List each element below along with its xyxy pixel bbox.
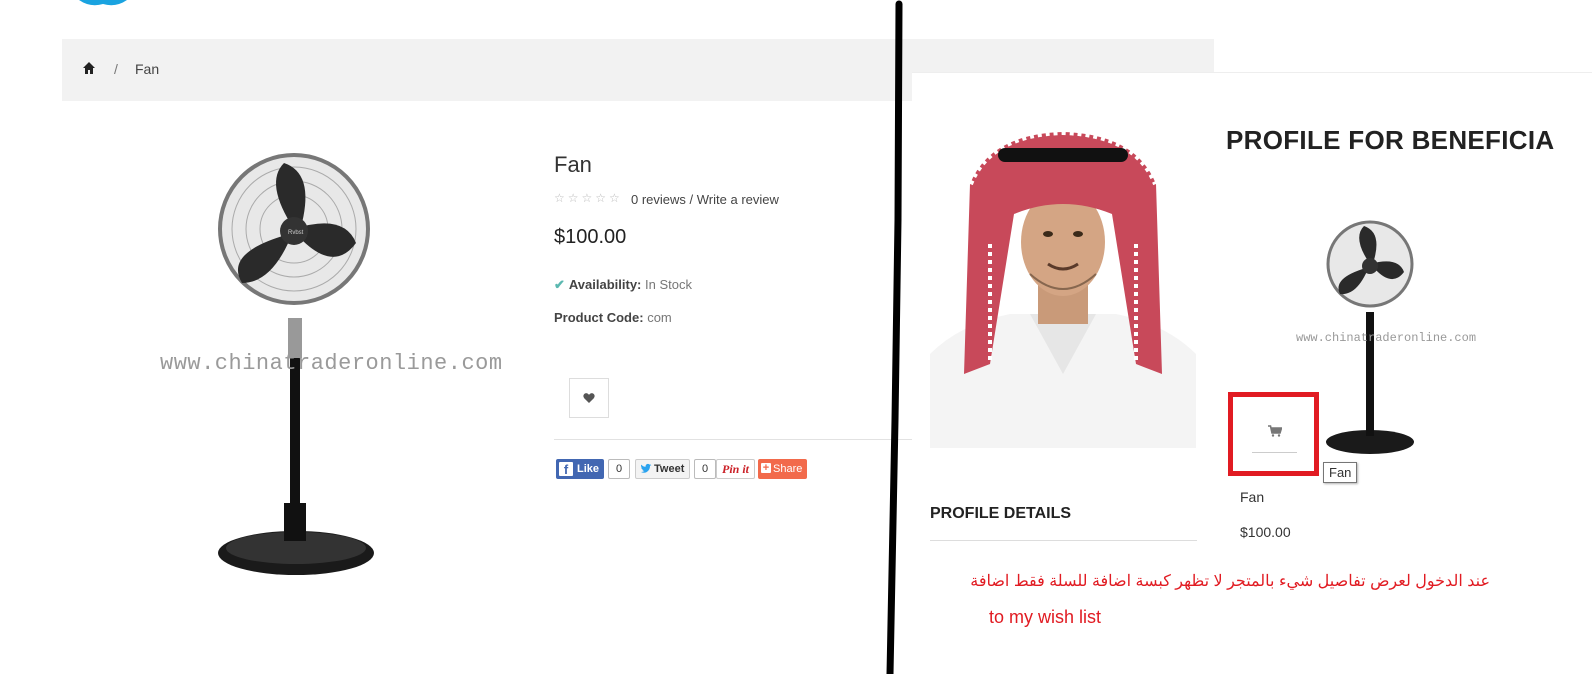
plus-icon: + [761,462,771,474]
tweet-label: Tweet [654,463,685,475]
rating-stars[interactable]: ☆☆☆☆☆ [554,191,623,205]
reviews-count-link[interactable]: 0 reviews [631,192,686,207]
facebook-icon: f [559,462,573,477]
product-code-value: com [647,310,672,325]
product-price: $100.00 [554,226,627,248]
annotation-english: to my wish list [989,607,1102,627]
availability-label: Availability: [568,277,642,292]
tooltip: Fan [1323,462,1358,483]
thumbnail-watermark: www.chinatraderonline.com [1296,331,1477,345]
tweet-count: 0 [694,459,716,479]
site-logo[interactable] [62,0,144,12]
home-icon[interactable] [82,61,96,75]
share-button[interactable]: + Share [758,459,807,479]
facebook-like-button[interactable]: f Like [556,459,604,479]
tweet-button[interactable]: Tweet [635,459,690,479]
check-icon: ✔ [554,277,565,292]
pinterest-pin-button[interactable]: Pin it [716,459,755,479]
profile-divider [930,540,1197,541]
profile-photo [930,124,1196,448]
add-to-wishlist-button[interactable] [569,378,609,418]
breadcrumb-item-fan[interactable]: Fan [135,61,159,77]
like-count: 0 [608,459,630,479]
share-label: Share [773,463,803,475]
twitter-bird-icon [640,463,652,473]
divider-line [554,439,912,440]
svg-text:Rvbst: Rvbst [288,230,304,236]
product-code-label: Product Code: [554,310,644,325]
breadcrumb-separator: / [114,61,118,77]
annotation-arabic: عند الدخول لعرض تفاصيل شيء بالمتجر لا تظ… [970,573,1490,590]
cart-underline [1252,452,1297,453]
like-label: Like [577,463,600,475]
reviews-separator: / [685,192,697,207]
screenshot-divider [886,0,903,674]
right-top-strip [1214,38,1592,72]
reviews-links: 0 reviews / Write a review [631,192,779,207]
product-title: Fan [554,152,592,177]
cart-icon[interactable] [1268,425,1282,437]
product-price-right: $100.00 [1240,524,1291,540]
product-name-link[interactable]: Fan [1240,489,1264,505]
profile-heading: PROFILE FOR BENEFICIA [1226,125,1555,155]
write-review-link[interactable]: Write a review [697,192,779,207]
product-code: Product Code: com [554,310,672,325]
image-watermark: www.chinatraderonline.com [160,351,503,376]
heart-icon [583,393,595,403]
availability-value: In Stock [645,277,692,292]
availability: ✔ Availability: In Stock [554,277,692,293]
profile-details-heading: PROFILE DETAILS [930,505,1072,522]
